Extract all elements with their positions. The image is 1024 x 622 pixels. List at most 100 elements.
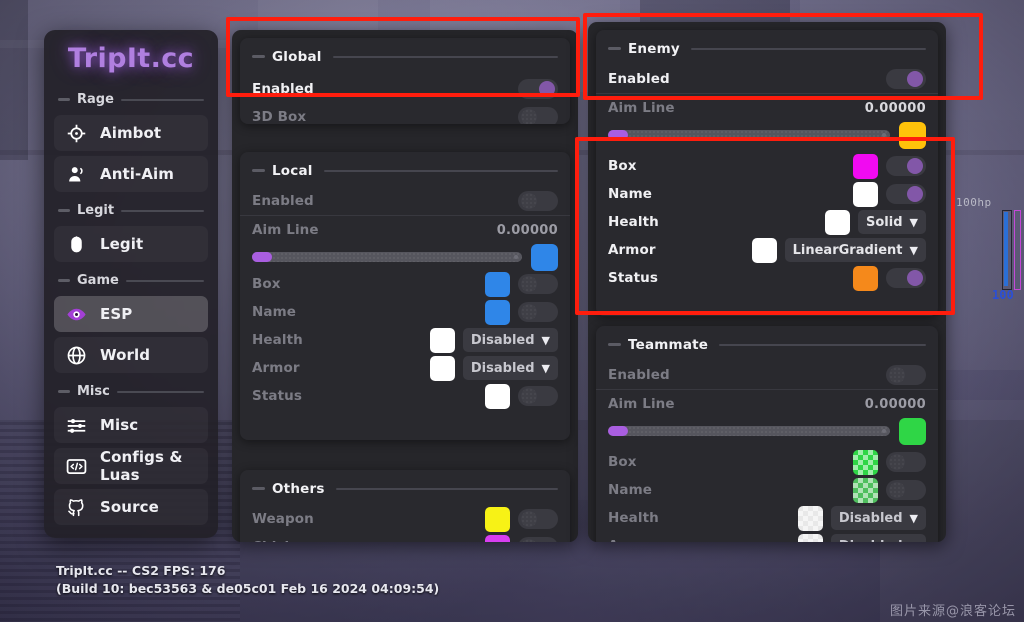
esp-hp-number: 100: [992, 288, 1014, 302]
dropdown-enemy-health[interactable]: Solid ▼: [858, 210, 926, 234]
dropdown-enemy-armor[interactable]: LinearGradient ▼: [784, 238, 926, 262]
right-settings-panel: Enemy Enabled Aim Line 0.00000 Box Name …: [588, 22, 946, 542]
sidebar-item-aimbot[interactable]: Aimbot: [54, 115, 208, 151]
group-title: Local: [272, 162, 313, 179]
toggle-enemy-name[interactable]: [886, 184, 926, 204]
swatch-enemy-aimline[interactable]: [899, 121, 926, 149]
toggle-global-enabled[interactable]: [518, 79, 558, 99]
row-teammate-armor[interactable]: Armor Disabled ▼: [596, 532, 938, 542]
toggle-local-name[interactable]: [518, 302, 558, 322]
sidebar-item-anti-aim[interactable]: Anti-Aim: [54, 156, 208, 192]
toggle-enemy-box[interactable]: [886, 156, 926, 176]
group-title: Teammate: [628, 336, 709, 353]
row-label: Health: [608, 510, 659, 526]
dropdown-teammate-health[interactable]: Disabled ▼: [830, 506, 926, 530]
swatch-local-armor[interactable]: [429, 355, 455, 381]
sidebar-item-configs-luas[interactable]: Configs & Luas: [54, 448, 208, 484]
sidebar-item-label: Misc: [100, 416, 139, 434]
row-label: Health: [608, 214, 659, 230]
chevron-down-icon: ▼: [909, 215, 918, 229]
toggle-teammate-box[interactable]: [886, 452, 926, 472]
row-local-health[interactable]: Health Disabled ▼: [240, 326, 570, 354]
row-teammate-enabled[interactable]: Enabled: [596, 361, 938, 389]
row-enemy-aimline: Aim Line 0.00000: [596, 94, 938, 122]
row-local-armor[interactable]: Armor Disabled ▼: [240, 354, 570, 382]
toggle-local-status[interactable]: [518, 386, 558, 406]
dropdown-teammate-armor[interactable]: Disabled ▼: [830, 534, 926, 542]
group-header: Enemy: [596, 30, 938, 61]
row-local-box[interactable]: Box: [240, 270, 570, 298]
toggle-local-enabled[interactable]: [518, 191, 558, 211]
swatch-local-name[interactable]: [485, 299, 510, 325]
row-label: Armor: [608, 538, 656, 542]
swatch-local-aimline[interactable]: [531, 243, 558, 271]
row-label: Enabled: [252, 81, 314, 97]
toggle-global-3dbox[interactable]: [518, 107, 558, 124]
sidebar-item-legit[interactable]: Legit: [54, 226, 208, 262]
group-global: Global Enabled 3D Box: [240, 38, 570, 124]
sidebar-section-rage: Rage: [44, 86, 218, 110]
row-teammate-box[interactable]: Box: [596, 448, 938, 476]
slider-enemy-aimline[interactable]: [608, 130, 890, 140]
aimline-value: 0.00000: [864, 396, 926, 412]
row-enemy-enabled[interactable]: Enabled: [596, 65, 938, 93]
dropdown-local-health[interactable]: Disabled ▼: [462, 328, 558, 352]
swatch-others-weapon[interactable]: [485, 506, 510, 532]
sidebar-item-label: Source: [100, 498, 159, 516]
section-rule: [121, 209, 204, 212]
toggle-enemy-status[interactable]: [886, 268, 926, 288]
row-others-weapon[interactable]: Weapon: [240, 505, 570, 533]
row-global-enabled[interactable]: Enabled: [240, 75, 570, 103]
swatch-enemy-armor[interactable]: [751, 237, 777, 263]
swatch-teammate-aimline[interactable]: [899, 417, 926, 445]
row-global-3dbox[interactable]: 3D Box: [240, 103, 570, 124]
watermark: 图片来源@浪客论坛: [889, 604, 1016, 619]
swatch-teammate-name[interactable]: [853, 477, 878, 503]
row-enemy-status[interactable]: Status: [596, 264, 938, 292]
group-others: Others Weapon Chicken: [240, 470, 570, 542]
toggle-teammate-enabled[interactable]: [886, 365, 926, 385]
group-header: Teammate: [596, 326, 938, 357]
swatch-teammate-health[interactable]: [797, 505, 823, 531]
row-local-status[interactable]: Status: [240, 382, 570, 410]
row-local-enabled[interactable]: Enabled: [240, 187, 570, 215]
slider-teammate-aimline[interactable]: [608, 426, 890, 436]
swatch-enemy-name[interactable]: [853, 181, 878, 207]
row-enemy-armor[interactable]: Armor LinearGradient ▼: [596, 236, 938, 264]
section-dash-icon: [58, 98, 70, 101]
swatch-local-health[interactable]: [429, 327, 455, 353]
row-enemy-name[interactable]: Name: [596, 180, 938, 208]
sidebar-item-source[interactable]: Source: [54, 489, 208, 525]
swatch-teammate-box[interactable]: [853, 449, 878, 475]
toggle-others-weapon[interactable]: [518, 509, 558, 529]
sidebar-section-label: Legit: [77, 203, 115, 218]
swatch-enemy-status[interactable]: [853, 265, 878, 291]
dropdown-local-armor[interactable]: Disabled ▼: [462, 356, 558, 380]
sidebar-item-esp[interactable]: ESP: [54, 296, 208, 332]
toggle-teammate-name[interactable]: [886, 480, 926, 500]
swatch-enemy-health[interactable]: [825, 209, 851, 235]
swatch-local-box[interactable]: [485, 271, 510, 297]
person-icon: [66, 164, 87, 185]
swatch-teammate-armor[interactable]: [797, 533, 823, 542]
row-local-name[interactable]: Name: [240, 298, 570, 326]
swatch-local-status[interactable]: [485, 383, 510, 409]
sidebar-item-misc[interactable]: Misc: [54, 407, 208, 443]
dropdown-value: Disabled: [838, 510, 903, 526]
row-others-chicken[interactable]: Chicken: [240, 533, 570, 542]
row-teammate-health[interactable]: Health Disabled ▼: [596, 504, 938, 532]
row-label: Name: [608, 186, 653, 202]
teammate-aimline-slider-row: [596, 417, 938, 445]
swatch-others-chicken[interactable]: [485, 534, 510, 542]
row-enemy-health[interactable]: Health Solid ▼: [596, 208, 938, 236]
row-label: Box: [608, 454, 637, 470]
section-rule: [125, 279, 204, 282]
toggle-others-chicken[interactable]: [518, 537, 558, 542]
toggle-enemy-enabled[interactable]: [886, 69, 926, 89]
row-enemy-box[interactable]: Box: [596, 152, 938, 180]
slider-local-aimline[interactable]: [252, 252, 522, 262]
toggle-local-box[interactable]: [518, 274, 558, 294]
row-teammate-name[interactable]: Name: [596, 476, 938, 504]
swatch-enemy-box[interactable]: [853, 153, 878, 179]
sidebar-item-world[interactable]: World: [54, 337, 208, 373]
